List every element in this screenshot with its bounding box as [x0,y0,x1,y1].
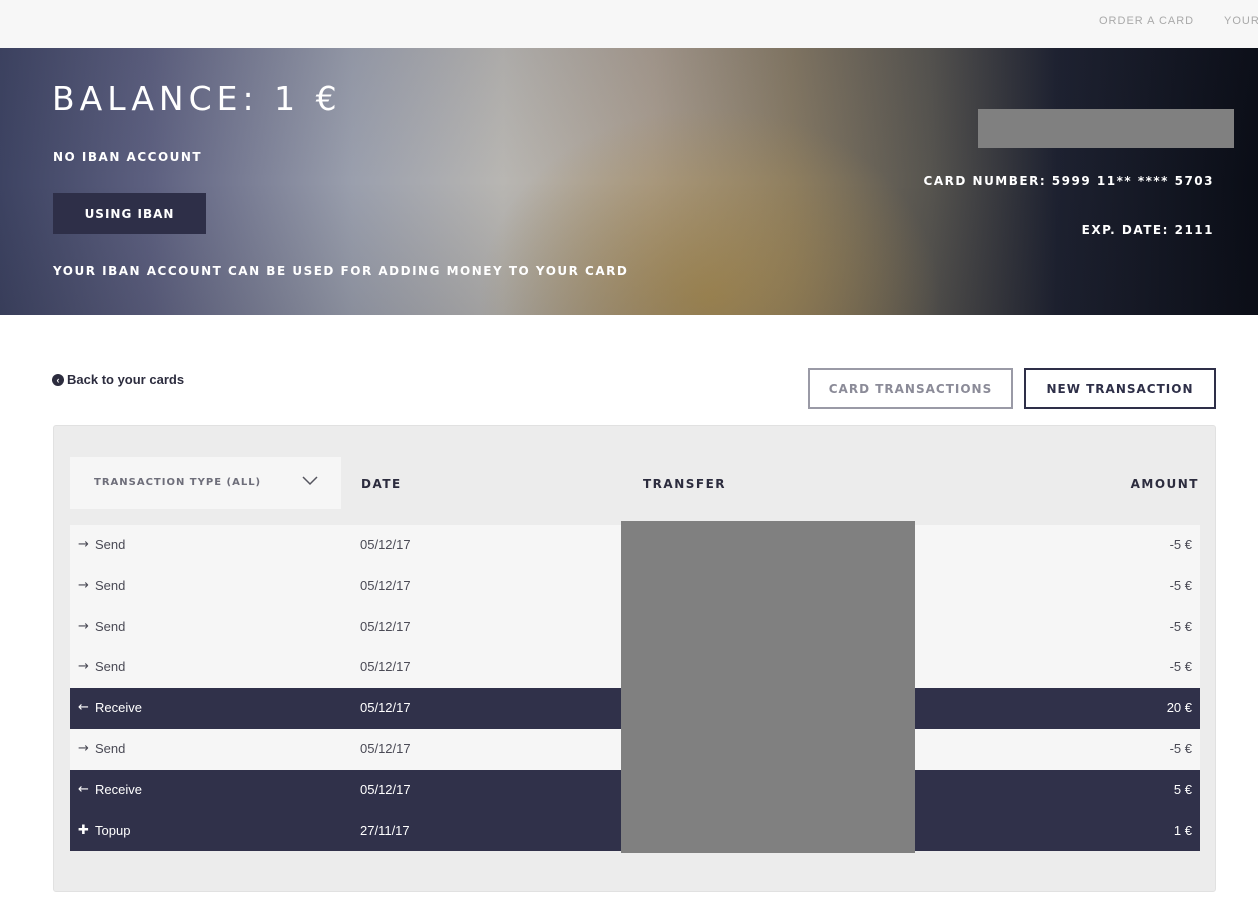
transaction-date: 27/11/17 [360,822,410,838]
transaction-type-label: Send [95,740,126,756]
transaction-amount: -5 € [1169,618,1192,634]
arrow-right-icon: → [78,618,89,634]
transaction-type: → Send [78,619,125,634]
chevron-down-icon [302,476,318,486]
transaction-type-label: Receive [95,781,142,797]
using-iban-button[interactable]: USING IBAN [53,193,206,234]
transaction-type: ← Receive [78,782,142,797]
transaction-type-filter[interactable]: TRANSACTION TYPE (ALL) [70,457,341,509]
back-to-cards-link[interactable]: ‹ Back to your cards [52,372,184,387]
arrow-right-icon: → [78,577,89,593]
arrow-left-icon: ← [78,781,89,797]
iban-note: YOUR IBAN ACCOUNT CAN BE USED FOR ADDING… [53,264,629,278]
transaction-date: 05/12/17 [360,781,411,797]
nav-order-card-link[interactable]: ORDER A CARD [1099,15,1194,27]
transaction-type: → Send [78,537,125,552]
transactions-panel: TRANSACTION TYPE (ALL) DATE TRANSFER AMO… [53,425,1216,892]
card-transactions-button[interactable]: CARD TRANSACTIONS [808,368,1013,409]
transaction-type: ✚ Topup [78,823,130,838]
no-iban-label: NO IBAN ACCOUNT [53,150,203,164]
transaction-amount: -5 € [1169,740,1192,756]
transaction-type-label: Send [95,659,126,675]
transaction-type: ← Receive [78,700,142,715]
transaction-type-label: Send [95,577,126,593]
circle-arrow-left-icon: ‹ [52,373,64,386]
nav-your-link[interactable]: YOUR [1224,15,1258,27]
transaction-amount: 20 € [1166,700,1192,716]
transaction-type-label: Send [95,537,126,552]
transaction-type-label: Send [95,618,126,634]
column-header-amount[interactable]: AMOUNT [1131,477,1199,491]
transaction-amount: -5 € [1169,577,1192,593]
top-nav: ORDER A CARD YOUR [0,0,1258,48]
balance-heading: BALANCE: 1 € [52,79,342,118]
card-hero-banner: BALANCE: 1 € NO IBAN ACCOUNT USING IBAN … [0,48,1258,315]
transaction-date: 05/12/17 [360,577,411,593]
transaction-date: 05/12/17 [360,618,411,634]
transaction-type: → Send [78,659,125,674]
transaction-amount: 1 € [1173,822,1192,838]
arrow-right-icon: → [78,740,89,756]
arrow-right-icon: → [78,537,89,552]
card-number: CARD NUMBER: 5999 11** **** 5703 [923,174,1214,188]
transaction-amount: -5 € [1169,537,1192,552]
card-expiry-date: EXP. DATE: 2111 [1081,223,1214,237]
transaction-date: 05/12/17 [360,700,411,716]
back-to-cards-label: Back to your cards [67,372,185,387]
new-transaction-button[interactable]: NEW TRANSACTION [1024,368,1216,409]
redacted-card-name [978,109,1234,148]
column-header-date[interactable]: DATE [361,477,402,491]
transaction-type-label: Receive [95,700,142,716]
transaction-date: 05/12/17 [360,740,411,756]
transaction-date: 05/12/17 [360,537,411,552]
transaction-type: → Send [78,741,125,756]
plus-icon: ✚ [78,822,89,838]
transaction-amount: -5 € [1169,659,1192,675]
arrow-left-icon: ← [78,700,89,716]
transaction-type: → Send [78,578,125,593]
arrow-right-icon: → [78,659,89,675]
redacted-transfer-column [621,521,915,853]
transaction-type-filter-label: TRANSACTION TYPE (ALL) [94,477,262,488]
transaction-type-label: Topup [95,822,131,838]
transaction-date: 05/12/17 [360,659,411,675]
transaction-amount: 5 € [1173,781,1192,797]
column-header-transfer[interactable]: TRANSFER [643,477,726,491]
